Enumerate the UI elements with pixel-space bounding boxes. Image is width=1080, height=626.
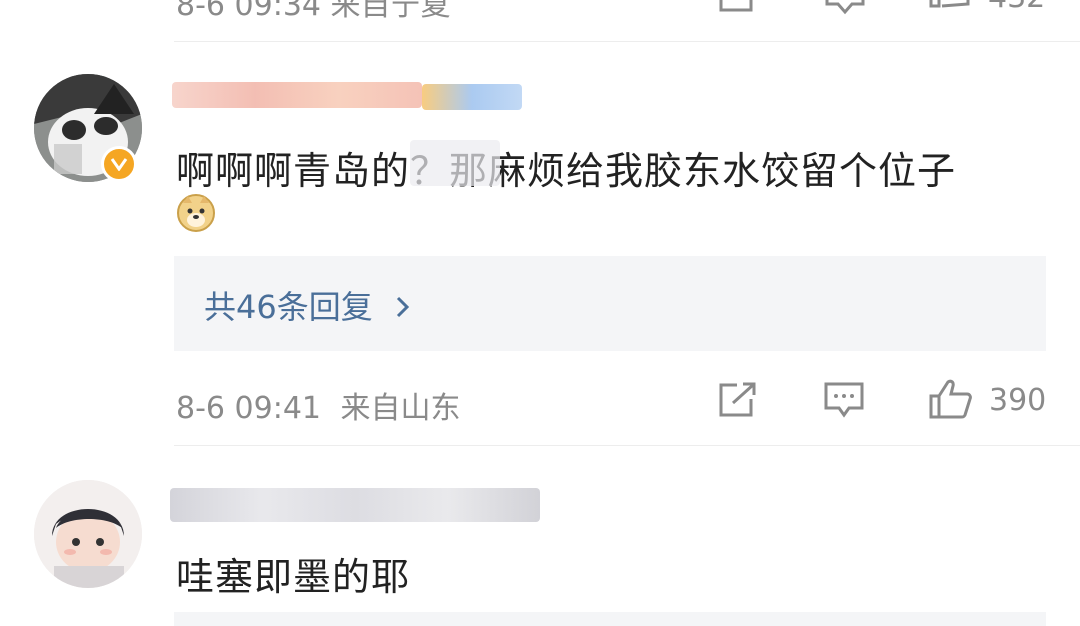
text-blur-overlay	[410, 140, 500, 186]
username-blurred[interactable]	[172, 82, 422, 108]
boy-avatar-image	[34, 480, 142, 588]
replies-count-label: 共46条回复	[204, 288, 373, 326]
prev-share-icon[interactable]	[717, 0, 757, 14]
comment-source: 来自山东	[340, 391, 461, 426]
comment-text: 啊啊啊青岛的？那麻烦给我胶东水饺留个位子	[176, 149, 957, 193]
avatar[interactable]	[34, 480, 142, 588]
like-icon[interactable]	[928, 378, 974, 420]
view-replies-link[interactable]: 共46条回复	[204, 282, 413, 328]
v-icon	[110, 158, 128, 171]
prev-like-icon[interactable]	[928, 0, 972, 16]
prev-comment-meta: 8-6 09:34 来自宁夏	[176, 0, 451, 24]
like-count: 390	[989, 383, 1047, 418]
comment-meta: 8-6 09:41 来自山东	[176, 383, 461, 427]
user-badge-blurred	[422, 84, 522, 110]
chevron-right-icon	[396, 296, 410, 318]
doge-emoji-icon	[177, 194, 215, 232]
share-icon[interactable]	[717, 381, 759, 419]
comment-time: 8-6 09:41	[176, 391, 321, 426]
replies-box[interactable]: 共46条回复	[174, 256, 1046, 351]
prev-like-count: 432	[988, 0, 1045, 15]
prev-comment-icon[interactable]	[824, 0, 866, 16]
username-blurred[interactable]	[170, 488, 540, 522]
comment-text: 哇塞即墨的耶	[176, 555, 411, 599]
verified-badge	[101, 146, 137, 182]
divider	[174, 445, 1080, 446]
replies-box-partial[interactable]	[174, 612, 1046, 626]
reply-icon[interactable]	[823, 381, 865, 419]
prev-comment-time-source: 8-6 09:34 来自宁夏	[176, 0, 451, 23]
divider	[174, 41, 1080, 42]
